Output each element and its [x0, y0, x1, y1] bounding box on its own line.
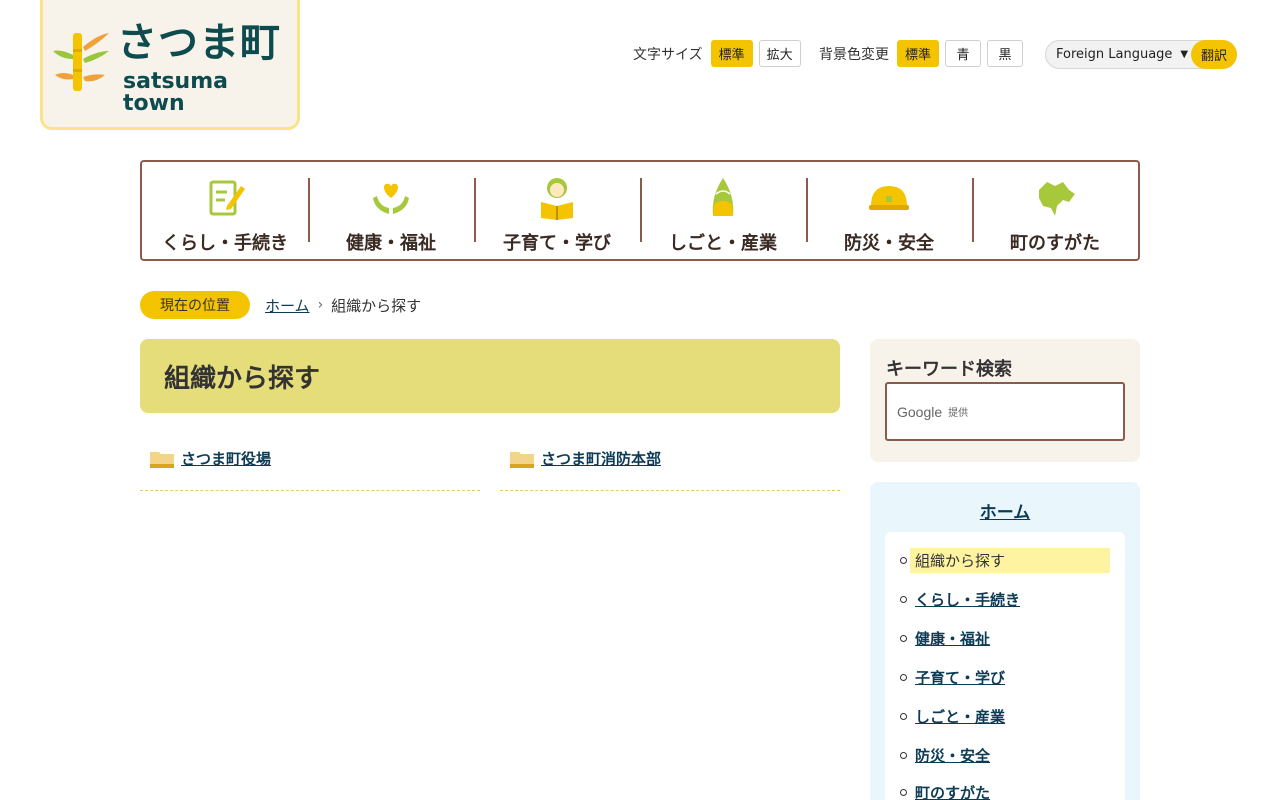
gnav-label: 健康・福祉 [346, 233, 436, 254]
bullet-icon [900, 557, 907, 564]
bg-standard-button[interactable]: 標準 [897, 40, 939, 67]
breadcrumb: 現在の位置 ホーム › 組織から探す [140, 291, 421, 319]
global-nav: くらし・手続き 健康・福祉 子育て・学び しごと・産業 防災・安全 町のすがた [140, 160, 1140, 261]
bg-color-label: 背景色変更 [819, 46, 889, 63]
bg-blue-button[interactable]: 青 [945, 40, 981, 67]
bullet-icon [900, 789, 907, 796]
language-selector: Foreign Language ▼ 翻訳 [1045, 40, 1237, 69]
gnav-label: 防災・安全 [844, 233, 934, 254]
gnav-item-town[interactable]: 町のすがた [972, 162, 1138, 259]
bullet-icon [900, 674, 907, 681]
gnav-item-work[interactable]: しごと・産業 [640, 162, 806, 259]
gnav-item-childcare[interactable]: 子育て・学び [474, 162, 640, 259]
google-provided-label: 提供 [948, 408, 969, 419]
logo-subtitle: satsuma town [123, 69, 228, 116]
helmet-icon [869, 186, 909, 210]
heart-hands-icon [373, 183, 409, 214]
sidebar-item-childcare[interactable]: 子育て・学び [900, 667, 1005, 688]
bamboo-shoot-icon [712, 178, 734, 216]
sidebar-item-town[interactable]: 町のすがた [900, 782, 990, 800]
sidebar-item-label: 町のすがた [915, 784, 991, 800]
gnav-item-health[interactable]: 健康・福祉 [308, 162, 474, 259]
bullet-icon [900, 713, 907, 720]
sidebar-item-label: 健康・福祉 [915, 630, 991, 648]
sidebar-item-label: 子育て・学び [915, 669, 1006, 687]
org-list-item: さつま町消防本部 [500, 448, 840, 491]
folder-icon [150, 452, 174, 468]
sidebar-home-link[interactable]: ホーム [870, 498, 1140, 523]
gnav-label: しごと・産業 [669, 233, 777, 254]
sidebar-item-health[interactable]: 健康・福祉 [900, 628, 990, 649]
site-logo[interactable]: さつま町 satsuma town [40, 0, 300, 130]
sidebar-item-work[interactable]: しごと・産業 [900, 706, 1005, 727]
bullet-icon [900, 596, 907, 603]
bullet-icon [900, 635, 907, 642]
child-book-icon [541, 178, 573, 220]
breadcrumb-current: 組織から探す [331, 296, 422, 315]
page-title: 組織から探す [140, 339, 840, 413]
sidebar-item-label: 組織から探す [910, 548, 1110, 573]
bg-black-button[interactable]: 黒 [987, 40, 1023, 67]
sidebar-item-living[interactable]: くらし・手続き [900, 589, 1020, 610]
font-size-label: 文字サイズ [633, 46, 703, 63]
chevron-right-icon: › [317, 297, 324, 313]
sidebar-item-safety[interactable]: 防災・安全 [900, 745, 990, 766]
gnav-label: 子育て・学び [503, 233, 611, 254]
gnav-item-safety[interactable]: 防災・安全 [806, 162, 972, 259]
translate-button[interactable]: 翻訳 [1191, 40, 1237, 69]
org-link-fire-dept[interactable]: さつま町消防本部 [541, 448, 661, 469]
org-list-item: さつま町役場 [140, 448, 480, 491]
font-size-large-button[interactable]: 拡大 [758, 40, 801, 67]
logo-title: さつま町 [117, 20, 281, 66]
language-select[interactable]: Foreign Language ▼ [1046, 47, 1196, 62]
gnav-label: 町のすがた [1010, 233, 1100, 254]
sidebar-list: 組織から探す くらし・手続き 健康・福祉 子育て・学び しごと・産業 防災・安全… [885, 532, 1125, 800]
language-select-value: Foreign Language [1056, 47, 1173, 62]
folder-icon [510, 452, 534, 468]
org-link-town-office[interactable]: さつま町役場 [181, 448, 271, 469]
sidebar-item-label: 防災・安全 [915, 747, 991, 765]
search-title: キーワード検索 [886, 359, 1012, 380]
breadcrumb-home-link[interactable]: ホーム [265, 295, 310, 316]
sidebar-item-label: くらし・手続き [915, 591, 1021, 609]
sidebar-item-current: 組織から探す [900, 548, 1110, 573]
search-input[interactable]: Google 提供 [885, 382, 1125, 441]
sidebar-nav: ホーム 組織から探す くらし・手続き 健康・福祉 子育て・学び しごと・産業 防… [870, 482, 1140, 800]
google-label: Google [897, 403, 943, 420]
caret-down-icon: ▼ [1180, 49, 1189, 60]
bg-color-control: 背景色変更 標準 青 黒 [819, 40, 1029, 67]
breadcrumb-label: 現在の位置 [140, 291, 250, 319]
bullet-icon [900, 752, 907, 759]
font-size-control: 文字サイズ 標準 拡大 [633, 40, 807, 67]
font-size-standard-button[interactable]: 標準 [710, 40, 753, 67]
gnav-item-living[interactable]: くらし・手続き [142, 162, 308, 259]
document-pen-icon [209, 180, 245, 216]
bamboo-logo-icon [53, 33, 109, 91]
sidebar-item-label: しごと・産業 [915, 708, 1006, 726]
town-map-icon [1039, 182, 1075, 216]
keyword-search: キーワード検索 Google 提供 [870, 339, 1140, 462]
gnav-label: くらし・手続き [162, 233, 288, 254]
